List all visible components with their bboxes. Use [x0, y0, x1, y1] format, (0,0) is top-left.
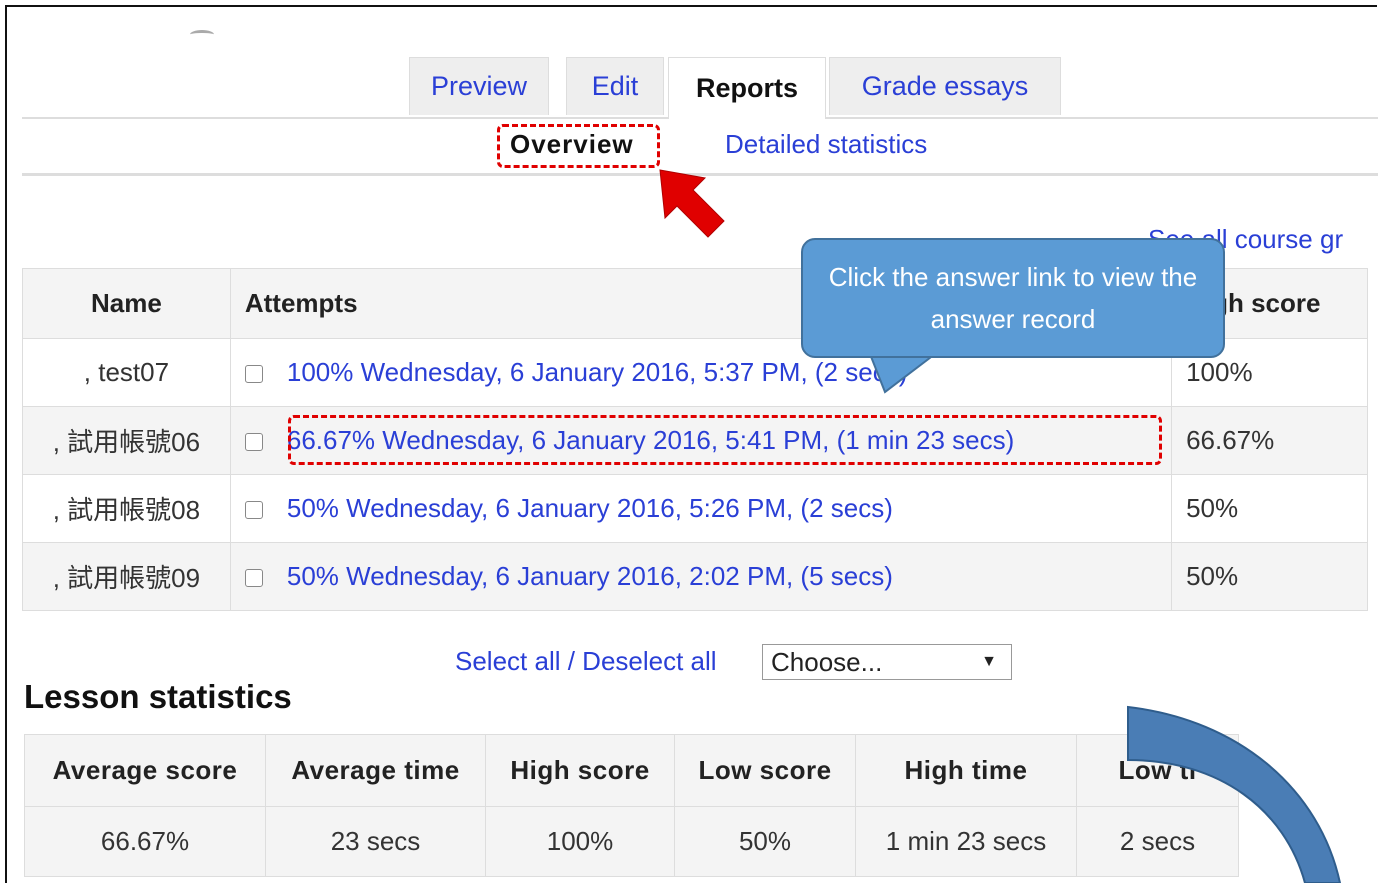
callout-tail	[868, 352, 938, 394]
red-arrow-icon	[659, 169, 725, 238]
annotation-overlay	[659, 169, 1342, 883]
instruction-callout: Click the answer link to view the answer…	[801, 238, 1225, 358]
curved-arrow-icon	[1127, 705, 1342, 883]
